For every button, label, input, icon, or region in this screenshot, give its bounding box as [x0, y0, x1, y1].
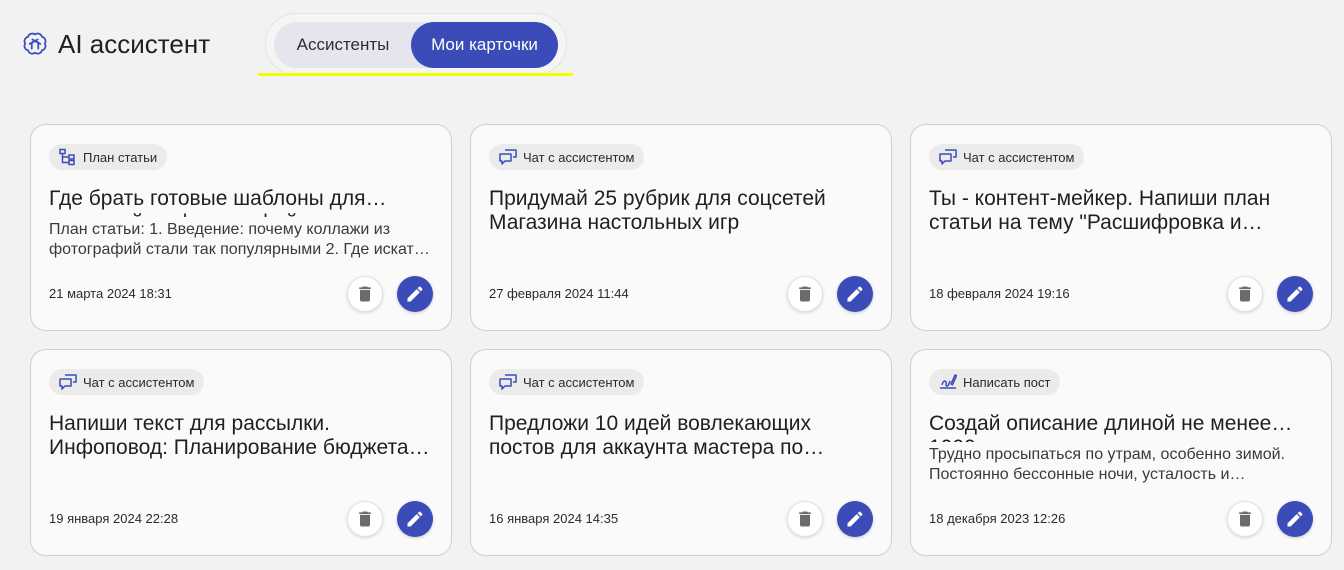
card-date: 18 февраля 2024 19:16: [929, 286, 1070, 301]
card[interactable]: План статьи Где брать готовые шаблоны дл…: [30, 124, 452, 331]
card-date: 21 марта 2024 18:31: [49, 286, 172, 301]
card-type-badge: Чат с ассистентом: [49, 369, 205, 395]
delete-button[interactable]: [347, 276, 383, 312]
card-type-badge: Чат с ассистентом: [489, 144, 645, 170]
app-title: AI ассистент: [58, 29, 211, 59]
trash-icon: [359, 286, 371, 302]
trash-icon: [799, 511, 811, 527]
badge-label: Чат с ассистентом: [523, 374, 635, 390]
pencil-icon: [407, 286, 423, 302]
chat-bubbles-icon: [939, 149, 957, 165]
delete-button[interactable]: [787, 501, 823, 537]
badge-label: План статьи: [83, 149, 158, 165]
card-title: Где брать готовые шаблоны для коллажей и…: [49, 187, 366, 217]
edit-button[interactable]: [837, 276, 873, 312]
tab-assistants[interactable]: Ассистенты: [274, 22, 412, 68]
card[interactable]: Написать пост Создай описание длиной не …: [910, 349, 1332, 556]
trash-icon: [359, 511, 371, 527]
edit-button[interactable]: [837, 501, 873, 537]
pencil-icon: [847, 286, 863, 302]
delete-button[interactable]: [787, 276, 823, 312]
chat-bubbles-icon: [499, 149, 517, 165]
trash-icon: [1239, 511, 1251, 527]
card-title: Напиши текст для рассылки. Инфоповод: Пл…: [49, 412, 409, 459]
trash-icon: [799, 286, 811, 302]
active-tab-highlight: [258, 73, 573, 76]
card-date: 16 января 2024 14:35: [489, 511, 619, 526]
edit-button[interactable]: [1277, 276, 1313, 312]
pencil-icon: [407, 511, 423, 527]
tab-my-cards[interactable]: Мои карточки: [411, 22, 558, 68]
card-type-badge: План статьи: [49, 144, 168, 170]
delete-button[interactable]: [1227, 501, 1263, 537]
edit-button[interactable]: [397, 276, 433, 312]
edit-button[interactable]: [1277, 501, 1313, 537]
badge-label: Чат с ассистентом: [83, 374, 195, 390]
card[interactable]: Чат с ассистентом Придумай 25 рубрик для…: [470, 124, 892, 331]
card[interactable]: Чат с ассистентом Напиши текст для рассы…: [30, 349, 452, 556]
badge-label: Написать пост: [963, 374, 1051, 390]
tab-track: Ассистенты Мои карточки: [274, 22, 558, 68]
card-type-badge: Чат с ассистентом: [929, 144, 1085, 170]
write-post-icon: [940, 374, 958, 389]
openai-logo-icon: [23, 32, 47, 55]
header: AI ассистент Ассистенты Мои карточки: [0, 0, 1344, 90]
card-title: Создай описание длиной не менее 1000 сим…: [929, 412, 1272, 442]
card[interactable]: Чат с ассистентом Предложи 10 идей вовле…: [470, 349, 892, 556]
outline-tree-icon: [59, 148, 75, 166]
trash-icon: [1239, 286, 1251, 302]
card-title: Предложи 10 идей вовлекающих постов для …: [489, 412, 812, 459]
card-title: Придумай 25 рубрик для соцсетей Магазина…: [489, 187, 826, 234]
card-type-badge: Чат с ассистентом: [489, 369, 645, 395]
card-title: Ты - контент-мейкер. Напиши план статьи …: [929, 187, 1271, 234]
delete-button[interactable]: [347, 501, 383, 537]
pencil-icon: [847, 511, 863, 527]
chat-bubbles-icon: [499, 374, 517, 390]
edit-button[interactable]: [397, 501, 433, 537]
badge-label: Чат с ассистентом: [523, 149, 635, 165]
card-excerpt: План статьи: 1. Введение: почему коллажи…: [49, 221, 423, 258]
card-date: 19 января 2024 22:28: [49, 511, 179, 526]
card-type-badge: Написать пост: [929, 369, 1061, 395]
chat-bubbles-icon: [59, 374, 77, 390]
badge-label: Чат с ассистентом: [963, 149, 1075, 165]
pencil-icon: [1287, 511, 1303, 527]
card-date: 18 декабря 2023 12:26: [929, 511, 1066, 526]
card-date: 27 февраля 2024 11:44: [489, 286, 629, 301]
pencil-icon: [1287, 286, 1303, 302]
card[interactable]: Чат с ассистентом Ты - контент-мейкер. Н…: [910, 124, 1332, 331]
tab-switcher: Ассистенты Мои карточки: [265, 13, 567, 75]
card-excerpt: Трудно просыпаться по утрам, особенно зи…: [929, 446, 1285, 483]
delete-button[interactable]: [1227, 276, 1263, 312]
